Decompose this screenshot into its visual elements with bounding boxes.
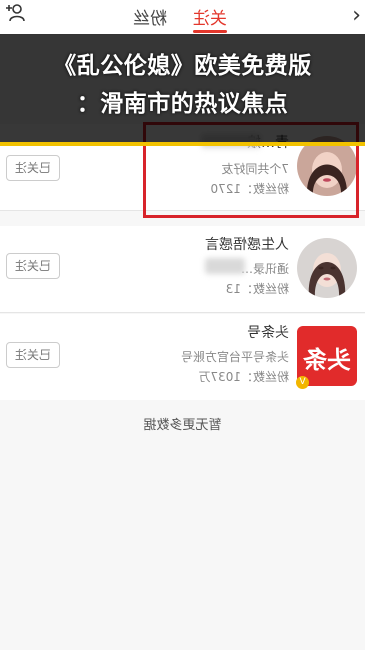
avatar[interactable]: [297, 238, 357, 298]
add-user-icon[interactable]: [4, 2, 26, 24]
user-name[interactable]: 头条号: [247, 322, 289, 342]
verified-badge-icon: V: [296, 376, 309, 389]
empty-area: [0, 400, 365, 650]
following-button[interactable]: 已关注: [6, 253, 60, 279]
headline-banner: 《乱公伦媳》欧美免费版 ：滑南市的热议焦点: [0, 34, 365, 146]
chevron-left-icon[interactable]: ‹: [352, 3, 361, 28]
fan-count: 粉丝数：13: [225, 282, 289, 296]
blurred-text-region: [205, 258, 245, 274]
active-tab-indicator: [193, 30, 227, 33]
list-item[interactable]: 头条 V 头条号 头条号平台官方账号 粉丝数：1037万 已关注: [0, 314, 365, 401]
list-item[interactable]: 人生感悟感言 通讯录… 粉丝数：13 已关注: [0, 226, 365, 313]
banner-title-line-1: 《乱公伦媳》欧美免费版: [53, 53, 312, 79]
no-more-data-text: 暂无更多数据: [143, 418, 222, 433]
user-subtitle: 头条号平台官方账号: [180, 350, 289, 364]
following-button[interactable]: 已关注: [6, 155, 60, 181]
banner-title-line-2: ：滑南市的热议焦点: [76, 91, 289, 117]
user-name[interactable]: 人生感悟感言: [205, 234, 289, 254]
tab-fans[interactable]: 粉丝: [133, 4, 167, 29]
tab-following[interactable]: 关注: [193, 4, 227, 29]
top-nav-bar: ‹ 关注 粉丝: [0, 0, 365, 35]
avatar-text: 头条: [303, 346, 351, 374]
fan-count: 粉丝数：1037万: [198, 370, 289, 384]
following-button[interactable]: 已关注: [6, 342, 60, 368]
user-subtitle: 通讯录…: [240, 262, 289, 276]
